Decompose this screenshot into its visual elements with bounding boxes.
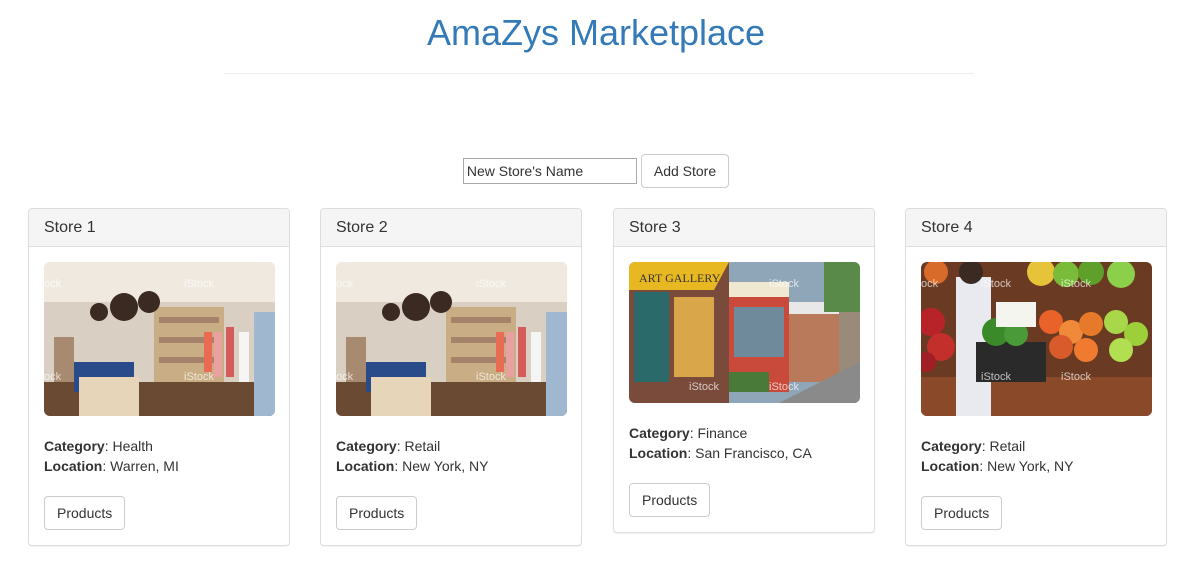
- svg-text:iStock: iStock: [769, 381, 799, 393]
- svg-text:ock: ock: [921, 278, 939, 290]
- svg-text:iStock: iStock: [981, 371, 1011, 383]
- store-image: iStock iStock ock iStock iStock: [921, 262, 1152, 416]
- store-card: Store 1 iStock ock ock iStock Category: …: [28, 208, 290, 546]
- store-details: Category: Retail Location: New York, NY: [336, 438, 489, 474]
- location-value: San Francisco, CA: [695, 445, 812, 461]
- store-card-title: Store 2: [321, 209, 581, 247]
- store-image: iStock ock ock iStock: [336, 262, 567, 416]
- svg-text:iStock: iStock: [476, 371, 506, 383]
- location-label: Location: [44, 458, 103, 474]
- products-button[interactable]: Products: [336, 496, 418, 530]
- store-details: Category: Finance Location: San Francisc…: [629, 425, 812, 461]
- svg-text:ock: ock: [336, 278, 354, 290]
- svg-text:ART GALLERY: ART GALLERY: [639, 271, 721, 285]
- products-button[interactable]: Products: [44, 496, 126, 530]
- location-label: Location: [921, 458, 980, 474]
- category-label: Category: [629, 425, 690, 441]
- svg-text:iStock: iStock: [1061, 371, 1091, 383]
- svg-text:ock: ock: [44, 371, 62, 383]
- products-button[interactable]: Products: [629, 483, 711, 517]
- category-label: Category: [44, 438, 105, 454]
- add-store-form: Add Store: [0, 154, 1192, 188]
- location-label: Location: [629, 445, 688, 461]
- svg-text:ock: ock: [44, 278, 62, 290]
- svg-text:iStock: iStock: [184, 371, 214, 383]
- location-label: Location: [336, 458, 395, 474]
- location-value: Warren, MI: [110, 458, 179, 474]
- store-card-title: Store 4: [906, 209, 1166, 247]
- category-value: Retail: [404, 438, 441, 454]
- svg-text:iStock: iStock: [476, 278, 506, 290]
- store-card: Store 4 iStock iStock ock iStock iStock …: [905, 208, 1167, 546]
- store-details: Category: Retail Location: New York, NY: [921, 438, 1074, 474]
- category-label: Category: [921, 438, 982, 454]
- page: AmaZys Marketplace Add Store Store 1: [0, 0, 1192, 568]
- page-title: AmaZys Marketplace: [426, 12, 766, 53]
- category-value: Retail: [989, 438, 1026, 454]
- location-value: New York, NY: [987, 458, 1074, 474]
- store-name-input[interactable]: [462, 158, 637, 184]
- svg-text:iStock: iStock: [769, 278, 799, 290]
- store-image: ART GALLERY iStock iStock iStock: [629, 262, 860, 403]
- category-value: Finance: [697, 425, 748, 441]
- store-details: Category: Health Location: Warren, MI: [44, 438, 179, 474]
- category-value: Health: [112, 438, 153, 454]
- svg-text:ock: ock: [336, 371, 354, 383]
- store-card-title: Store 3: [614, 209, 874, 247]
- store-image: iStock ock ock iStock: [44, 262, 275, 416]
- svg-text:iStock: iStock: [689, 381, 719, 393]
- products-button[interactable]: Products: [921, 496, 1003, 530]
- store-card: Store 3 ART GALLERY iStock iStock iStock…: [613, 208, 875, 533]
- title-divider: [224, 73, 974, 74]
- svg-text:iStock: iStock: [184, 278, 214, 290]
- svg-text:iStock: iStock: [981, 278, 1011, 290]
- store-card-title: Store 1: [29, 209, 289, 247]
- store-card: Store 2 iStock ock ock iStock Category: …: [320, 208, 582, 546]
- svg-text:iStock: iStock: [1061, 278, 1091, 290]
- location-value: New York, NY: [402, 458, 489, 474]
- category-label: Category: [336, 438, 397, 454]
- add-store-button[interactable]: Add Store: [640, 154, 730, 188]
